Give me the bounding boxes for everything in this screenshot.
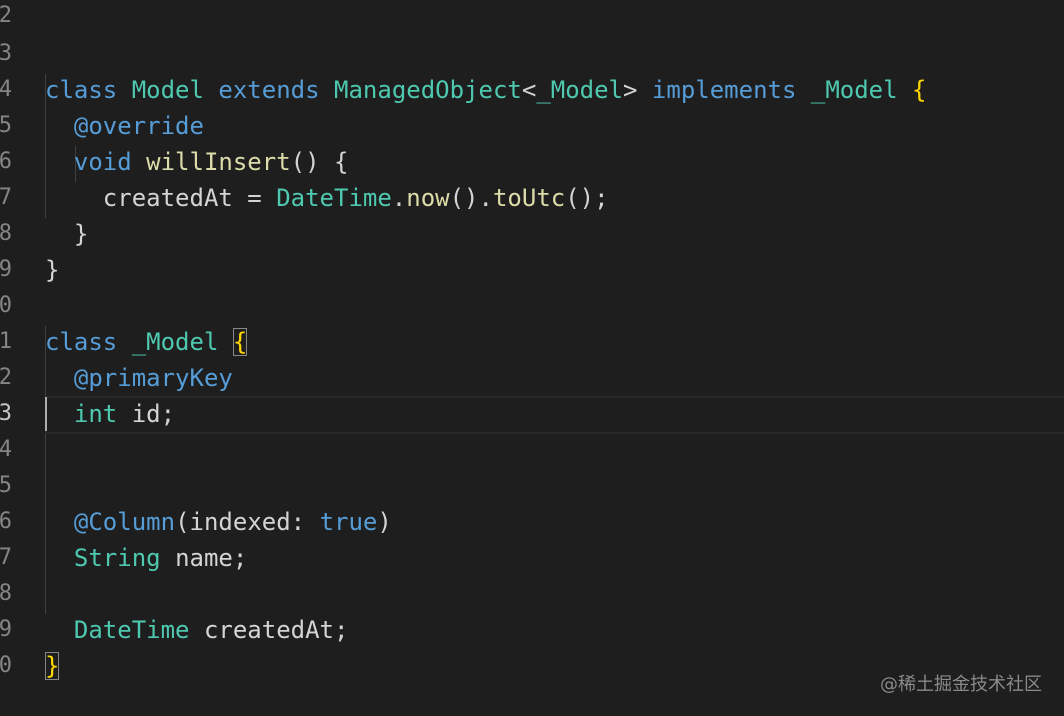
type-name: String [73,544,161,572]
watermark: @稀土掘金技术社区 [880,674,1042,695]
code-line[interactable]: } [0,216,1064,284]
code-line[interactable]: } [0,180,1064,248]
line-number: 2 [0,3,12,28]
code-line[interactable]: @Column(indexed: true) [0,468,1064,536]
code-line[interactable]: createdAt = DateTime.now().toUtc(); [0,144,1064,212]
code-line[interactable]: class Model extends ManagedObject<_Model… [0,36,1064,104]
code-line[interactable]: @primaryKey [0,324,1064,392]
code-editor[interactable]: 2 3 4 5 6 7 8 9 0 1 2 3 4 5 6 7 8 9 0 cl… [0,0,1064,716]
field-name: name; [175,544,248,572]
code-line[interactable]: DateTime createdAt; [0,576,1064,644]
brace-close: } [45,256,60,284]
code-line[interactable]: int id; [0,360,1064,428]
code-line[interactable]: String name; [0,504,1064,572]
code-line[interactable]: class _Model { [0,288,1064,356]
brace-close-matched: } [45,652,60,680]
code-line[interactable]: } [0,612,1064,680]
code-line-current[interactable] [0,396,1064,432]
code-line[interactable]: void willInsert() { [0,108,1064,176]
code-line[interactable]: @override [0,72,1064,140]
